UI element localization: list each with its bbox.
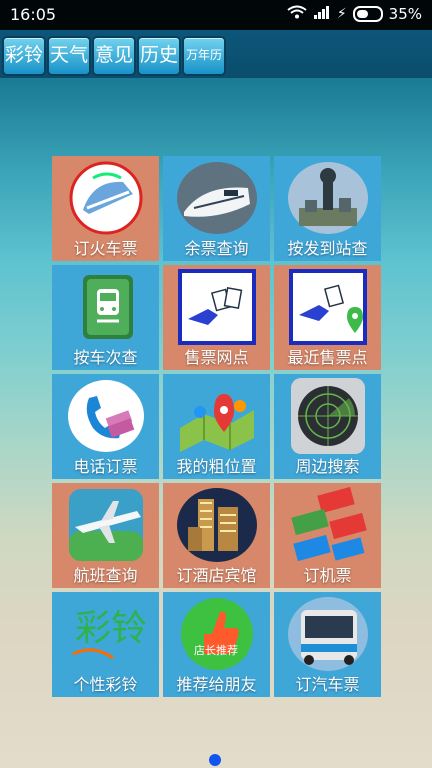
menu-item-my-location[interactable]: 我的粗位置 bbox=[163, 374, 270, 479]
menu-label: 订酒店宾馆 bbox=[176, 566, 257, 585]
feedback-button[interactable]: 意见 bbox=[92, 36, 136, 76]
menu-label: 订火车票 bbox=[73, 239, 138, 258]
menu-label: 电话订票 bbox=[73, 457, 138, 476]
wifi-icon bbox=[287, 5, 307, 23]
menu-item-book-train[interactable]: 订火车票 bbox=[52, 156, 159, 261]
hotel-icon bbox=[174, 487, 260, 563]
recommend-stamp-text: 店长推荐 bbox=[194, 643, 238, 657]
menu-item-nearby-search[interactable]: 周边搜索 bbox=[274, 374, 381, 479]
signal-icon bbox=[313, 5, 331, 23]
menu-label: 航班查询 bbox=[73, 566, 138, 585]
top-toolbar: 彩铃 天气 意见 历史 万年历 bbox=[0, 30, 432, 78]
charging-icon: ⚡ bbox=[336, 6, 347, 22]
menu-label: 推荐给朋友 bbox=[176, 675, 257, 694]
menu-label: 余票查询 bbox=[184, 239, 249, 258]
menu-item-recommend[interactable]: 店长推荐 推荐给朋友 bbox=[163, 592, 270, 697]
weather-button[interactable]: 天气 bbox=[47, 36, 91, 76]
station-icon bbox=[285, 160, 371, 236]
nearest-office-icon bbox=[285, 269, 371, 345]
plane-tickets-icon bbox=[285, 486, 371, 563]
menu-label: 订机票 bbox=[303, 566, 352, 585]
phone-icon bbox=[63, 378, 149, 454]
menu-label: 最近售票点 bbox=[287, 348, 368, 367]
menu-item-ticket-query[interactable]: 余票查询 bbox=[163, 156, 270, 261]
menu-item-nearest-office[interactable]: 最近售票点 bbox=[274, 265, 381, 370]
bullet-train-icon bbox=[174, 160, 260, 236]
menu-item-phone-booking[interactable]: 电话订票 bbox=[52, 374, 159, 479]
menu-label: 按发到站查 bbox=[287, 239, 368, 258]
bus-icon bbox=[285, 596, 371, 672]
train-ticket-icon bbox=[63, 160, 149, 236]
airplane-icon bbox=[63, 487, 149, 563]
thumbs-up-icon: 店长推荐 bbox=[174, 596, 260, 672]
menu-label: 周边搜索 bbox=[295, 457, 360, 476]
menu-item-ringtone[interactable]: 彩铃 个性彩铃 bbox=[52, 592, 159, 697]
ticket-office-icon bbox=[174, 269, 260, 345]
menu-item-bus-ticket[interactable]: 订汽车票 bbox=[274, 592, 381, 697]
page-indicator-dot bbox=[209, 754, 221, 766]
menu-item-ticket-office[interactable]: 售票网点 bbox=[163, 265, 270, 370]
location-map-icon bbox=[174, 378, 260, 454]
menu-item-station-query[interactable]: 按发到站查 bbox=[274, 156, 381, 261]
status-bar: 16:05 ⚡ 35% bbox=[0, 0, 432, 30]
menu-label: 售票网点 bbox=[184, 348, 249, 367]
menu-label: 我的粗位置 bbox=[176, 457, 257, 476]
menu-label: 个性彩铃 bbox=[73, 675, 138, 694]
menu-item-flight-query[interactable]: 航班查询 bbox=[52, 483, 159, 588]
menu-item-hotel[interactable]: 订酒店宾馆 bbox=[163, 483, 270, 588]
menu-label: 按车次查 bbox=[73, 348, 138, 367]
battery-percent: 35% bbox=[388, 5, 422, 23]
menu-item-train-number[interactable]: 按车次查 bbox=[52, 265, 159, 370]
history-button[interactable]: 历史 bbox=[137, 36, 181, 76]
battery-icon bbox=[352, 6, 383, 22]
ringtone-icon: 彩铃 bbox=[63, 596, 149, 672]
status-time: 16:05 bbox=[10, 5, 57, 24]
menu-label: 订汽车票 bbox=[295, 675, 360, 694]
train-number-icon bbox=[63, 269, 149, 345]
radar-icon bbox=[285, 378, 371, 454]
calendar-button[interactable]: 万年历 bbox=[182, 36, 226, 76]
status-icons: ⚡ 35% bbox=[287, 5, 422, 23]
ringtone-button[interactable]: 彩铃 bbox=[2, 36, 46, 76]
menu-item-plane-tickets[interactable]: 订机票 bbox=[274, 483, 381, 588]
ringtone-char-1: 彩铃 bbox=[75, 608, 147, 649]
